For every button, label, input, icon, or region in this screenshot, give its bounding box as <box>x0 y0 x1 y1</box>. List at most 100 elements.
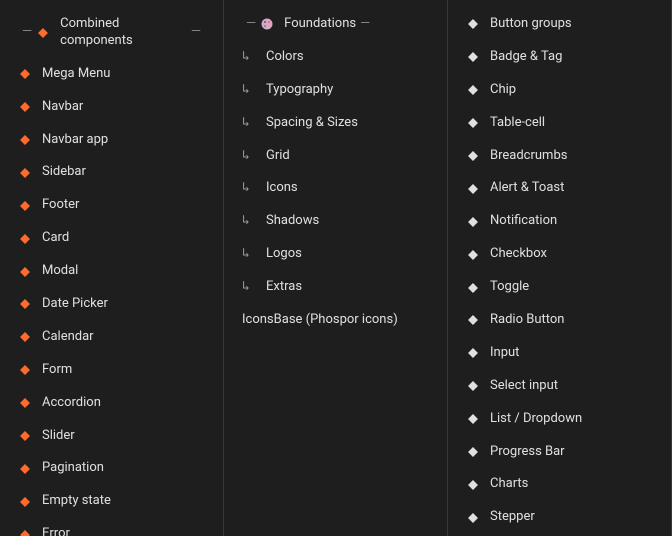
nav-item-label: Footer <box>42 197 79 214</box>
nav-item-label: Navbar app <box>42 132 108 149</box>
nav-item[interactable]: Slider <box>0 420 223 453</box>
nav-item[interactable]: List / Dropdown <box>448 403 671 436</box>
sub-arrow-icon: ↳ <box>242 148 256 165</box>
nav-item-label: Alert & Toast <box>490 180 564 197</box>
section-header-label: Foundations <box>284 16 356 33</box>
nav-item[interactable]: Stepper <box>448 501 671 534</box>
nav-item[interactable]: ↳Spacing & Sizes <box>224 107 447 140</box>
nav-item[interactable]: Charts <box>448 468 671 501</box>
nav-item[interactable]: Date Picker <box>0 288 223 321</box>
sub-arrow-icon: ↳ <box>242 180 256 197</box>
diamond-orange-icon <box>36 26 50 40</box>
nav-item[interactable]: Button groups <box>448 8 671 41</box>
diamond-white-icon <box>466 83 480 97</box>
nav-item-label: Date Picker <box>42 296 108 313</box>
dash-decorator: — <box>191 24 201 41</box>
nav-item[interactable]: Calendar <box>0 321 223 354</box>
nav-item-label: Chip <box>490 82 516 99</box>
diamond-orange-icon <box>18 396 32 410</box>
column-components: Button groups Badge & Tag Chip Table-cell Br… <box>448 0 672 536</box>
nav-item[interactable]: ↳Logos <box>224 238 447 271</box>
sub-arrow-icon: ↳ <box>242 49 256 66</box>
diamond-orange-icon <box>18 297 32 311</box>
nav-item[interactable]: Notification <box>448 205 671 238</box>
column-foundations: — Foundations — ↳Colors↳Typography↳Spaci… <box>224 0 448 536</box>
nav-item-label: Button groups <box>490 16 572 33</box>
nav-item[interactable]: Chip <box>448 74 671 107</box>
diamond-white-icon <box>466 445 480 459</box>
nav-item[interactable]: Badge & Tag <box>448 41 671 74</box>
nav-item[interactable]: Form <box>0 354 223 387</box>
diamond-orange-icon <box>18 199 32 213</box>
nav-item-label: Modal <box>42 263 78 280</box>
nav-item[interactable]: Radio Button <box>448 304 671 337</box>
nav-item[interactable]: Mega Menu <box>0 58 223 91</box>
nav-item[interactable]: Footer <box>0 189 223 222</box>
nav-item-label: Slider <box>42 428 75 445</box>
diamond-orange-icon <box>18 495 32 509</box>
nav-item-label: Select input <box>490 378 558 395</box>
nav-item[interactable]: ↳Grid <box>224 140 447 173</box>
nav-item[interactable]: ↳Typography <box>224 74 447 107</box>
nav-item-label: Toggle <box>490 279 529 296</box>
nav-item[interactable]: Error <box>0 518 223 536</box>
diamond-orange-icon <box>18 330 32 344</box>
nav-item-label: Calendar <box>42 329 94 346</box>
nav-item-label: Sidebar <box>42 164 86 181</box>
nav-item[interactable]: ↳Extras <box>224 271 447 304</box>
nav-item[interactable]: Input <box>448 337 671 370</box>
section-header-combined[interactable]: — Combined components — <box>0 8 223 58</box>
nav-item-label: List / Dropdown <box>490 411 582 428</box>
dash-decorator: — <box>360 16 370 33</box>
diamond-orange-icon <box>18 67 32 81</box>
dash-decorator: — <box>22 24 32 41</box>
nav-item[interactable]: Table-cell <box>448 107 671 140</box>
nav-item-label: Breadcrumbs <box>490 148 567 165</box>
nav-item-label: Accordion <box>42 395 101 412</box>
sub-arrow-icon: ↳ <box>242 279 256 296</box>
section-header-foundations[interactable]: — Foundations — <box>224 8 447 41</box>
nav-item[interactable]: Progress Bar <box>448 436 671 469</box>
diamond-white-icon <box>466 346 480 360</box>
nav-item-label: Checkbox <box>490 246 547 263</box>
nav-item[interactable]: Toggle <box>448 271 671 304</box>
nav-item[interactable]: Card <box>0 222 223 255</box>
diamond-orange-icon <box>18 232 32 246</box>
nav-item[interactable]: Empty state <box>0 485 223 518</box>
nav-item-label: Badge & Tag <box>490 49 562 66</box>
nav-item[interactable]: Sidebar <box>0 156 223 189</box>
nav-item[interactable]: ↳Icons <box>224 172 447 205</box>
nav-item[interactable]: Accordion <box>0 387 223 420</box>
diamond-white-icon <box>466 313 480 327</box>
sub-arrow-icon: ↳ <box>242 246 256 263</box>
nav-item[interactable]: Navbar app <box>0 124 223 157</box>
nav-item[interactable]: Checkbox <box>448 238 671 271</box>
nav-item-label: Spacing & Sizes <box>266 115 358 132</box>
nav-item[interactable]: Breadcrumbs <box>448 140 671 173</box>
diamond-orange-icon <box>18 528 32 536</box>
nav-item-label: Navbar <box>42 99 83 116</box>
nav-item[interactable]: Select input <box>448 370 671 403</box>
nav-item[interactable]: ↳Shadows <box>224 205 447 238</box>
nav-item-label: Empty state <box>42 493 111 510</box>
nav-item[interactable]: Pagination <box>0 452 223 485</box>
nav-item-iconsbase[interactable]: IconsBase (Phospor icons) <box>224 304 447 335</box>
nav-item-label: Card <box>42 230 69 247</box>
section-header-label: Combined components <box>60 16 187 50</box>
nav-item-label: Error <box>42 526 70 536</box>
nav-item[interactable]: Navbar <box>0 91 223 124</box>
diamond-orange-icon <box>18 363 32 377</box>
diamond-white-icon <box>466 50 480 64</box>
diamond-white-icon <box>466 116 480 130</box>
nav-item[interactable]: Modal <box>0 255 223 288</box>
nav-item[interactable]: ↳Colors <box>224 41 447 74</box>
diamond-orange-icon <box>18 100 32 114</box>
diamond-orange-icon <box>18 265 32 279</box>
nav-item-label: Mega Menu <box>42 66 110 83</box>
nav-item-label: Progress Bar <box>490 444 565 461</box>
diamond-white-icon <box>466 182 480 196</box>
diamond-white-icon <box>466 17 480 31</box>
plain-label: IconsBase (Phospor icons) <box>242 312 398 327</box>
nav-item[interactable]: Alert & Toast <box>448 172 671 205</box>
diamond-white-icon <box>466 281 480 295</box>
